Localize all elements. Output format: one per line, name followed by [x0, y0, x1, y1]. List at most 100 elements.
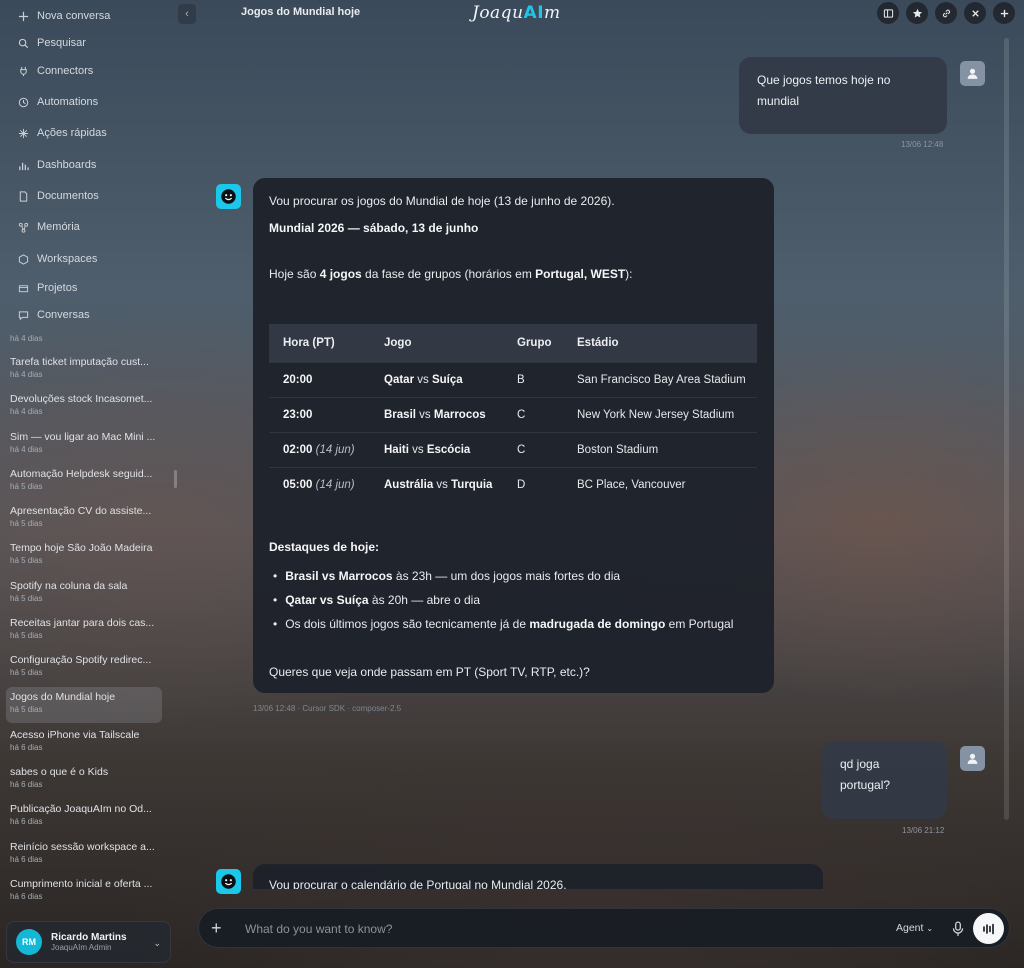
conversation-item[interactable]: Reinício sessão workspace a... há 6 dias	[6, 837, 162, 873]
logo-text: Joaqu	[472, 3, 524, 23]
favorite-button[interactable]	[906, 2, 928, 24]
list-item: Os dois últimos jogos são tecnicamente j…	[273, 612, 733, 636]
team-name: Austrália	[384, 478, 434, 491]
attach-button[interactable]: +	[211, 917, 222, 939]
conversation-item[interactable]: Tarefa ticket imputação cust... há 4 dias	[6, 352, 162, 388]
conversation-date: há 5 dias	[10, 631, 43, 640]
user-icon	[967, 68, 978, 79]
conversation-item-active[interactable]: Jogos do Mundial hoje há 5 dias	[6, 687, 162, 723]
sidebar-nav-documents[interactable]: Documentos	[6, 183, 166, 209]
sidebar-scrollbar[interactable]	[174, 470, 177, 488]
sidebar-nav-projects[interactable]: Projetos	[6, 275, 166, 301]
plug-icon	[20, 66, 27, 76]
conversation-item[interactable]: Cumprimento inicial e oferta ... há 6 dia…	[6, 874, 162, 910]
table-header-row: Hora (PT) Jogo Grupo Estádio	[269, 324, 757, 362]
highlights-list: Brasil vs Marrocos às 23h — um dos jogos…	[273, 564, 733, 636]
conversation-title: Devoluções stock Incasomet...	[10, 393, 153, 405]
star-icon	[912, 8, 922, 18]
conversation-item[interactable]: Sim — vou ligar ao Mac Mini ... há 4 dias	[6, 427, 162, 463]
team-name: Escócia	[426, 443, 471, 456]
nav-label: Ações rápidas	[37, 127, 107, 139]
app-logo: JoaquAIm	[472, 3, 561, 23]
text-span: Os dois últimos jogos são tecnicamente j…	[285, 617, 530, 631]
nav-label: Workspaces	[37, 253, 98, 265]
nav-label: Dashboards	[37, 159, 97, 171]
sidebar-nav-dashboards[interactable]: Dashboards	[6, 152, 166, 178]
logo-text: m	[544, 3, 561, 23]
close-button[interactable]	[964, 2, 986, 24]
plus-icon: +	[211, 918, 222, 938]
table-cell-stadium: New York New Jersey Stadium	[563, 396, 757, 432]
conversation-date: há 4 dias	[10, 334, 43, 343]
user-message: Que jogos temos hoje no mundial	[739, 57, 947, 134]
conversation-item[interactable]: Configuração Spotify redirec... há 5 dias	[6, 650, 162, 686]
match-date-note: (14 jun)	[315, 478, 355, 491]
logo-text-ai: AI	[523, 3, 545, 23]
message-text: Que jogos temos hoje no	[757, 73, 891, 87]
conversation-title: Spotify na coluna da sala	[10, 580, 128, 592]
vs-label: vs	[419, 408, 431, 421]
text-span: às 20h — abre o dia	[368, 593, 480, 607]
user-profile-card[interactable]: RM Ricardo Martins JoaquAIm Admin ⌄	[6, 921, 171, 963]
table-row: 02:00 (14 jun) Haiti vs Escócia C Boston…	[269, 431, 757, 467]
agent-mode-selector[interactable]: Agent ⌄	[896, 922, 933, 934]
conversation-item[interactable]: Tempo hoje São João Madeira há 5 dias	[6, 538, 162, 574]
sidebar-nav-conversations[interactable]: Conversas	[6, 302, 166, 328]
table-cell-group: C	[503, 431, 563, 467]
nav-label: Nova conversa	[37, 10, 111, 22]
conversation-item[interactable]: sabes o que é o Kids há 6 dias	[6, 762, 162, 798]
table-cell-group: C	[503, 396, 563, 432]
conversation-item[interactable]: Spotify na coluna da sala há 5 dias	[6, 576, 162, 612]
table-cell-match: Brasil vs Marrocos	[370, 396, 503, 432]
toggle-panel-button[interactable]	[877, 2, 899, 24]
sidebar-nav-search[interactable]: Pesquisar	[6, 30, 166, 56]
conversation-item[interactable]: Receitas jantar para dois cas... há 5 dia…	[6, 613, 162, 649]
sidebar-nav-new-chat[interactable]: Nova conversa	[6, 3, 166, 29]
user-icon	[967, 753, 978, 764]
matches-table: Hora (PT) Jogo Grupo Estádio 20:00 Qatar…	[269, 324, 757, 502]
share-link-button[interactable]	[935, 2, 957, 24]
text-bold: madrugada de domingo	[529, 617, 666, 631]
conversation-item[interactable]: Publicação JoaquAIm no Od... há 6 dias	[6, 799, 162, 835]
nav-label: Memória	[37, 221, 80, 233]
robot-face-icon	[221, 189, 236, 204]
conversation-date: há 4 dias	[10, 407, 43, 416]
sidebar-nav-connectors[interactable]: Connectors	[6, 58, 166, 84]
sidebar-nav-memory[interactable]: Memória	[6, 214, 166, 240]
conversation-date: há 5 dias	[10, 594, 43, 603]
sidebar-nav-quick-actions[interactable]: Ações rápidas	[6, 120, 166, 146]
conversation-title: Jogos do Mundial hoje	[10, 691, 116, 703]
conversation-date: há 5 dias	[10, 705, 43, 714]
conversation-item[interactable]: Acesso iPhone via Tailscale há 6 dias	[6, 725, 162, 761]
audio-waveform-icon	[982, 923, 994, 934]
bar-chart-icon	[19, 162, 29, 170]
chevron-down-icon: ⌄	[153, 938, 161, 948]
list-item: Qatar vs Suíça às 20h — abre o dia	[273, 588, 733, 612]
conversation-item[interactable]: Apresentação CV do assiste... há 5 dias	[6, 501, 162, 537]
assistant-avatar	[216, 184, 241, 209]
conversation-title: Automação Helpdesk seguid...	[10, 468, 153, 480]
conversation-date: há 4 dias	[10, 445, 43, 454]
user-avatar	[960, 746, 985, 771]
table-cell-time: 23:00	[269, 396, 370, 432]
collapse-sidebar-button[interactable]: ‹	[178, 4, 196, 24]
conversation-date: há 6 dias	[10, 855, 43, 864]
message-text: portugal?	[840, 778, 891, 792]
voice-mode-button[interactable]	[973, 913, 1004, 944]
robot-face-icon	[221, 874, 236, 889]
table-header: Grupo	[503, 324, 563, 362]
conversation-title: Tempo hoje São João Madeira	[10, 542, 153, 554]
text-span: em Portugal	[665, 617, 734, 631]
sidebar-nav-workspaces[interactable]: Workspaces	[6, 246, 166, 272]
message-input[interactable]	[245, 919, 845, 939]
table-cell-group: D	[503, 466, 563, 502]
sidebar-nav-automations[interactable]: Automations	[6, 89, 166, 115]
text-span: da fase de grupos (horários em	[361, 267, 536, 281]
new-chat-button[interactable]	[993, 2, 1015, 24]
team-name: Turquia	[451, 478, 493, 491]
nav-label: Automations	[37, 96, 99, 108]
chat-scrollbar[interactable]	[1004, 38, 1009, 820]
conversation-item[interactable]: Devoluções stock Incasomet... há 4 dias	[6, 389, 162, 425]
microphone-icon[interactable]	[951, 921, 965, 937]
conversation-item[interactable]: Automação Helpdesk seguid... há 5 dias	[6, 464, 162, 500]
